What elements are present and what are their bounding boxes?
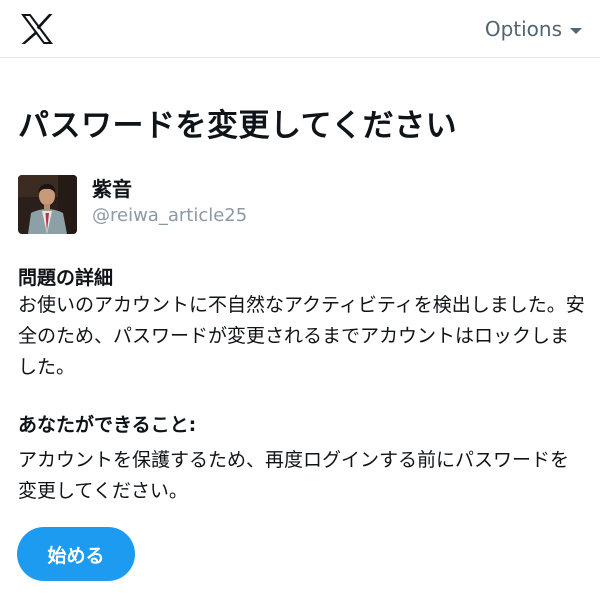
problem-details-heading: 問題の詳細 — [18, 267, 114, 289]
caret-down-icon — [570, 27, 582, 34]
account-handle: @reiwa_article25 — [92, 205, 248, 226]
x-logo-icon[interactable] — [20, 13, 54, 45]
problem-details-text: お使いのアカウントに不自然なアクティビティを検出しました。安全のため、パスワード… — [18, 294, 585, 378]
account-card: 紫音 @reiwa_article25 — [18, 175, 247, 234]
display-name: 紫音 — [92, 177, 132, 201]
page-title: パスワードを変更してください — [18, 108, 458, 144]
what-you-can-do-text: アカウントを保護するため、再度ログインする前にパスワードを変更してください。 — [18, 449, 570, 502]
options-label[interactable]: Options — [485, 17, 562, 41]
avatar — [18, 175, 77, 234]
top-bar: Options — [0, 0, 600, 58]
options-menu[interactable]: Options — [485, 17, 582, 41]
what-you-can-do-heading: あなたができること: — [18, 414, 197, 436]
start-button[interactable]: 始める — [17, 527, 135, 581]
